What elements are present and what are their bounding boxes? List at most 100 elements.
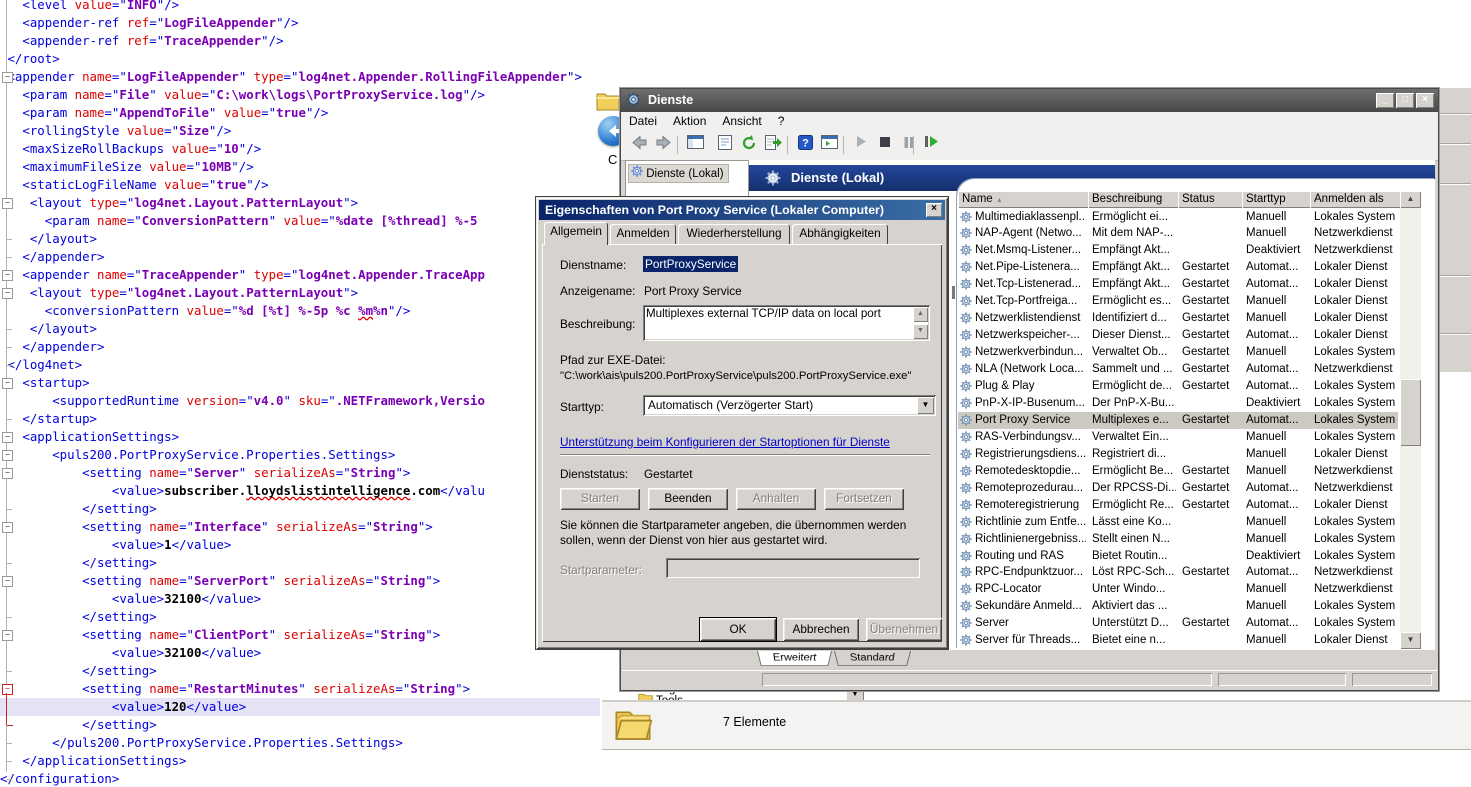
- code-line[interactable]: <setting name="RestartMinutes" serialize…: [0, 680, 620, 698]
- beenden-button[interactable]: Beenden: [648, 488, 728, 510]
- ok-button[interactable]: OK: [700, 618, 776, 641]
- code-line[interactable]: <appender-ref ref="TraceAppender"/>: [0, 32, 620, 50]
- code-line[interactable]: <setting name="ClientPort" serializeAs="…: [0, 626, 620, 644]
- code-line[interactable]: <setting name="Server" serializeAs="Stri…: [0, 464, 620, 482]
- code-line[interactable]: <maximumFileSize value="10MB"/>: [0, 158, 620, 176]
- beschreibung-textbox[interactable]: Multiplexes external TCP/IP data on loca…: [643, 305, 930, 341]
- startparameter-input[interactable]: [666, 558, 920, 578]
- start-service-icon[interactable]: [851, 135, 871, 155]
- code-line[interactable]: <setting name="Interface" serializeAs="S…: [0, 518, 620, 536]
- pause-service-icon[interactable]: [899, 135, 919, 155]
- code-line[interactable]: <value>1</value>: [0, 536, 620, 554]
- table-row[interactable]: Netzwerkspeicher-...Dieser Dienst...Gest…: [958, 327, 1398, 344]
- tree-item-dienste-lokal[interactable]: Dienste (Lokal): [628, 164, 729, 183]
- column-header-3[interactable]: Starttyp: [1242, 191, 1313, 208]
- table-row[interactable]: Plug & PlayErmöglicht de...GestartetAuto…: [958, 378, 1398, 395]
- table-row[interactable]: Remoteprozedurau...Der RPCSS-Di...Gestar…: [958, 480, 1398, 497]
- table-row[interactable]: RemoteregistrierungErmöglicht Re...Gesta…: [958, 497, 1398, 514]
- back-icon[interactable]: [629, 135, 649, 155]
- vertical-scrollbar[interactable]: ▲ ▼: [1400, 191, 1421, 649]
- code-line[interactable]: </appender>: [0, 338, 620, 356]
- code-line[interactable]: <maxSizeRollBackups value="10"/>: [0, 140, 620, 158]
- table-row[interactable]: RPC-LocatorUnter Windo...ManuellNetzwerk…: [958, 581, 1398, 598]
- maximize-button[interactable]: □: [1396, 93, 1414, 108]
- scrollbar-thumb[interactable]: [1400, 379, 1421, 446]
- code-line[interactable]: <applicationSettings>: [0, 428, 620, 446]
- restart-service-icon[interactable]: [921, 135, 941, 155]
- minimize-button[interactable]: _: [1376, 93, 1394, 108]
- column-header-4[interactable]: Anmelden als: [1310, 191, 1401, 208]
- code-line[interactable]: <setting name="ServerPort" serializeAs="…: [0, 572, 620, 590]
- code-line[interactable]: <supportedRuntime version="v4.0" sku=".N…: [0, 392, 620, 410]
- anhalten-button[interactable]: Anhalten: [736, 488, 816, 510]
- code-line[interactable]: </setting>: [0, 716, 620, 734]
- code-line[interactable]: </root>: [0, 50, 620, 68]
- table-row[interactable]: RAS-Verbindungsv...Verwaltet Ein...Manue…: [958, 429, 1398, 446]
- refresh-icon[interactable]: [739, 135, 759, 155]
- column-header-2[interactable]: Status: [1178, 191, 1245, 208]
- code-line[interactable]: <conversionPattern value="%d [%t] %-5p %…: [0, 302, 620, 320]
- table-row[interactable]: Routing und RASBietet Routin...Deaktivie…: [958, 548, 1398, 565]
- code-line[interactable]: <rollingStyle value="Size"/>: [0, 122, 620, 140]
- help-icon[interactable]: ?: [795, 135, 815, 155]
- code-line[interactable]: <appender name="LogFileAppender" type="l…: [0, 68, 620, 86]
- code-line[interactable]: <param name="ConversionPattern" value="%…: [0, 212, 620, 230]
- table-row[interactable]: Net.Tcp-Listenerad...Empfängt Akt...Gest…: [958, 276, 1398, 293]
- show-action-pane-icon[interactable]: [819, 135, 839, 155]
- table-row[interactable]: Netzwerkverbindun...Verwaltet Ob...Gesta…: [958, 344, 1398, 361]
- table-row[interactable]: Net.Pipe-Listenera...Empfängt Akt...Gest…: [958, 259, 1398, 276]
- code-line[interactable]: </startup>: [0, 410, 620, 428]
- code-line[interactable]: </puls200.PortProxyService.Properties.Se…: [0, 734, 620, 752]
- table-row[interactable]: Server für Threads...Bietet eine n...Man…: [958, 632, 1398, 649]
- code-line[interactable]: <startup>: [0, 374, 620, 392]
- anzeigename-value[interactable]: Port Proxy Service: [644, 284, 742, 298]
- fortsetzen-button[interactable]: Fortsetzen: [824, 488, 904, 510]
- table-row[interactable]: Net.Msmq-Listener...Empfängt Akt...Deakt…: [958, 242, 1398, 259]
- dialog-tab-allgemein[interactable]: Allgemein: [544, 222, 608, 245]
- dienstname-value[interactable]: PortProxyService: [643, 255, 738, 273]
- code-line[interactable]: <level value="INFO"/>: [0, 0, 620, 14]
- stop-service-icon[interactable]: [875, 135, 895, 155]
- services-window-titlebar[interactable]: Dienste _ □ ×: [621, 89, 1438, 112]
- code-line[interactable]: <value>subscriber.lloydslistintelligence…: [0, 482, 620, 500]
- menu-item-help[interactable]: ?: [770, 112, 793, 131]
- column-header-1[interactable]: Beschreibung: [1088, 191, 1181, 208]
- code-line[interactable]: <param name="File" value="C:\work\logs\P…: [0, 86, 620, 104]
- dialog-close-button[interactable]: ×: [926, 203, 942, 217]
- code-line[interactable]: <value>32100</value>: [0, 590, 620, 608]
- scroll-down-icon[interactable]: ▼: [1400, 632, 1421, 649]
- menu-item-aktion[interactable]: Aktion: [665, 112, 714, 131]
- show-console-tree-icon[interactable]: [685, 135, 705, 155]
- close-button[interactable]: ×: [1416, 93, 1434, 108]
- code-line[interactable]: </appender>: [0, 248, 620, 266]
- übernehmen-button[interactable]: Übernehmen: [866, 618, 942, 641]
- table-row[interactable]: NLA (Network Loca...Sammelt und ...Gesta…: [958, 361, 1398, 378]
- table-row[interactable]: PnP-X-IP-Busenum...Der PnP-X-Bu...Deakti…: [958, 395, 1398, 412]
- code-line[interactable]: </applicationSettings>: [0, 752, 620, 770]
- code-line[interactable]: </layout>: [0, 230, 620, 248]
- dialog-tab-wiederherstellung[interactable]: Wiederherstellung: [678, 224, 790, 244]
- properties-icon[interactable]: [715, 135, 735, 155]
- code-line[interactable]: <layout type="log4net.Layout.PatternLayo…: [0, 194, 620, 212]
- dialog-tab-abhängigkeiten[interactable]: Abhängigkeiten: [792, 224, 888, 244]
- view-tab-erweitert[interactable]: Erweitert: [757, 651, 832, 666]
- code-line[interactable]: <staticLogFileName value="true"/>: [0, 176, 620, 194]
- menu-item-ansicht[interactable]: Ansicht: [714, 112, 769, 131]
- table-row[interactable]: Richtlinie zum Entfe...Lässt eine Ko...M…: [958, 514, 1398, 531]
- code-line[interactable]: <value>32100</value>: [0, 644, 620, 662]
- table-row[interactable]: Net.Tcp-Portfreiga...Ermöglicht es...Ges…: [958, 293, 1398, 310]
- code-line[interactable]: <param name="AppendToFile" value="true"/…: [0, 104, 620, 122]
- code-line[interactable]: </layout>: [0, 320, 620, 338]
- export-list-icon[interactable]: [763, 135, 783, 155]
- code-line[interactable]: <puls200.PortProxyService.Properties.Set…: [0, 446, 620, 464]
- view-tab-standard[interactable]: Standard: [834, 651, 911, 666]
- combo-dropdown-icon[interactable]: ▼: [917, 397, 934, 414]
- table-row[interactable]: NAP-Agent (Netwo...Mit dem NAP-...Manuel…: [958, 225, 1398, 242]
- code-editor[interactable]: <level value="INFO"/> <appender-ref ref=…: [0, 0, 620, 787]
- forward-icon[interactable]: [653, 135, 673, 155]
- starttyp-combobox[interactable]: Automatisch (Verzögerter Start) ▼: [643, 395, 936, 416]
- code-line[interactable]: <appender name="TraceAppender" type="log…: [0, 266, 620, 284]
- scroll-up-icon[interactable]: ▲: [1400, 191, 1421, 208]
- menu-item-datei[interactable]: Datei: [621, 112, 665, 131]
- table-row[interactable]: Remotedesktopdie...Ermöglicht Be...Gesta…: [958, 463, 1398, 480]
